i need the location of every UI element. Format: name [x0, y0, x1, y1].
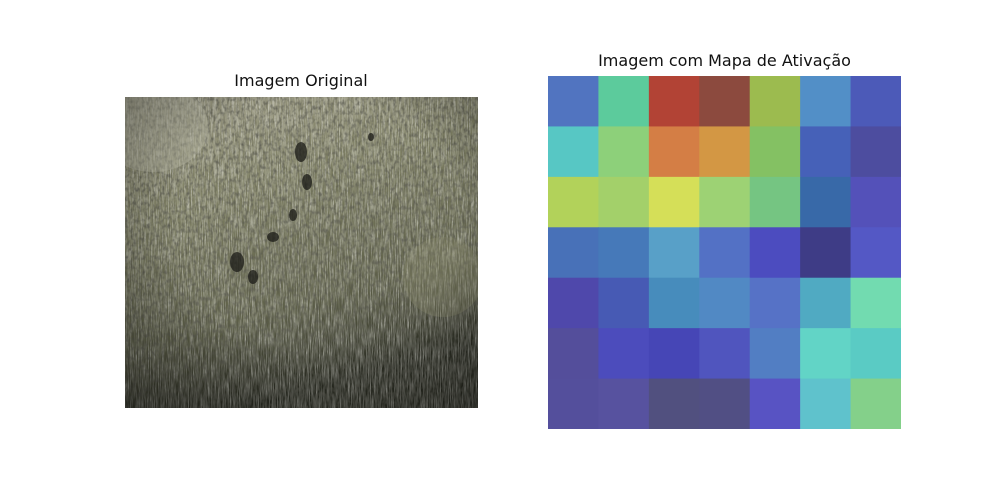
- heatmap-cell-r4-c5: [800, 277, 852, 329]
- heatmap-cell-r5-c1: [598, 328, 650, 380]
- heatmap-cell-r5-c6: [850, 328, 901, 380]
- heatmap-cell-r5-c5: [800, 328, 852, 380]
- heatmap-cell-r4-c6: [850, 277, 901, 329]
- heatmap-cell-r2-c5: [800, 176, 852, 228]
- heatmap-cell-r4-c3: [699, 277, 751, 329]
- heatmap-cell-r5-c2: [648, 328, 700, 380]
- heatmap-cell-r1-c2: [648, 126, 700, 178]
- heatmap-cell-r5-c4: [749, 328, 801, 380]
- heatmap-cell-r0-c6: [850, 76, 901, 127]
- heatmap-cell-r1-c5: [800, 126, 852, 178]
- heatmap-cell-r2-c0: [548, 176, 599, 228]
- heatmap-cell-r4-c4: [749, 277, 801, 329]
- activation-map-title: Imagem com Mapa de Ativação: [598, 51, 851, 70]
- heatmap-cell-r3-c1: [598, 227, 650, 279]
- heatmap-cell-r6-c3: [699, 378, 751, 429]
- heatmap-cell-r1-c0: [548, 126, 599, 178]
- original-texture-image: [125, 97, 478, 408]
- heatmap-cell-r1-c3: [699, 126, 751, 178]
- heatmap-cell-r4-c1: [598, 277, 650, 329]
- heatmap-cell-r4-c0: [548, 277, 599, 329]
- heatmap-cell-r1-c1: [598, 126, 650, 178]
- heatmap-cell-r3-c2: [648, 227, 700, 279]
- heatmap-cell-r0-c3: [699, 76, 751, 127]
- activation-heatmap: [548, 76, 901, 429]
- heatmap-cell-r6-c2: [648, 378, 700, 429]
- heatmap-cell-r6-c4: [749, 378, 801, 429]
- heatmap-cell-r0-c1: [598, 76, 650, 127]
- heatmap-cell-r3-c5: [800, 227, 852, 279]
- heatmap-cell-r2-c3: [699, 176, 751, 228]
- heatmap-cell-r4-c2: [648, 277, 700, 329]
- heatmap-cell-r5-c0: [548, 328, 599, 380]
- heatmap-cell-r2-c4: [749, 176, 801, 228]
- heatmap-cell-r3-c4: [749, 227, 801, 279]
- heatmap-cell-r3-c3: [699, 227, 751, 279]
- heatmap-cell-r2-c1: [598, 176, 650, 228]
- heatmap-cell-r0-c4: [749, 76, 801, 127]
- heatmap-cell-r0-c2: [648, 76, 700, 127]
- heatmap-cell-r1-c6: [850, 126, 901, 178]
- heatmap-cell-r6-c6: [850, 378, 901, 429]
- heatmap-cell-r6-c5: [800, 378, 852, 429]
- heatmap-cell-r5-c3: [699, 328, 751, 380]
- heatmap-cell-r1-c4: [749, 126, 801, 178]
- heatmap-cell-r2-c6: [850, 176, 901, 228]
- heatmap-cell-r0-c0: [548, 76, 599, 127]
- heatmap-cell-r0-c5: [800, 76, 852, 127]
- original-image-title: Imagem Original: [234, 71, 368, 90]
- heatmap-cell-r3-c6: [850, 227, 901, 279]
- heatmap-cell-r6-c1: [598, 378, 650, 429]
- heatmap-cell-r2-c2: [648, 176, 700, 228]
- heatmap-cell-r6-c0: [548, 378, 599, 429]
- heatmap-cell-r3-c0: [548, 227, 599, 279]
